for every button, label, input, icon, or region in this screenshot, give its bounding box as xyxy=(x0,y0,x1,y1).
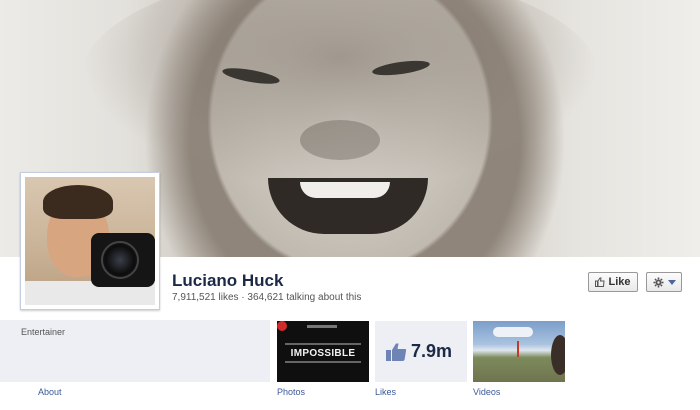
photo-shirt-logo xyxy=(307,325,337,328)
tab-photos[interactable]: Photos xyxy=(277,387,305,397)
page-title[interactable]: Luciano Huck xyxy=(172,271,283,291)
cover-nose xyxy=(300,120,380,160)
likes-count: 7.9m xyxy=(411,341,453,361)
photos-tile[interactable]: IMPOSSIBLE xyxy=(277,321,369,382)
video-cloud xyxy=(493,327,533,337)
video-post xyxy=(517,341,519,357)
videos-tile[interactable] xyxy=(473,321,565,382)
tab-likes[interactable]: Likes xyxy=(375,387,396,397)
profile-picture[interactable] xyxy=(25,177,155,305)
photo-shirt-caption: IMPOSSIBLE xyxy=(285,343,361,363)
profile-hair xyxy=(43,185,113,219)
photo-badge xyxy=(277,321,287,331)
likes-tile[interactable]: 7.9m xyxy=(375,321,467,382)
tab-about[interactable]: About xyxy=(38,387,62,397)
camera-lens xyxy=(101,241,139,279)
gear-icon xyxy=(653,277,663,287)
cover-teeth xyxy=(300,182,390,198)
like-button-label: Like xyxy=(608,276,631,288)
chevron-down-icon xyxy=(667,279,676,285)
profile-picture-frame[interactable] xyxy=(20,172,160,310)
cover-hair xyxy=(80,0,600,190)
tab-videos[interactable]: Videos xyxy=(473,387,500,397)
settings-dropdown-button[interactable] xyxy=(646,272,682,292)
category-text: Entertainer xyxy=(21,327,66,337)
page-stats: 7,911,521 likes · 364,621 talking about … xyxy=(172,292,362,303)
thumbs-up-icon xyxy=(595,277,606,287)
video-figure xyxy=(551,335,565,375)
thumbs-up-icon xyxy=(386,343,407,361)
like-button[interactable]: Like xyxy=(588,272,638,292)
